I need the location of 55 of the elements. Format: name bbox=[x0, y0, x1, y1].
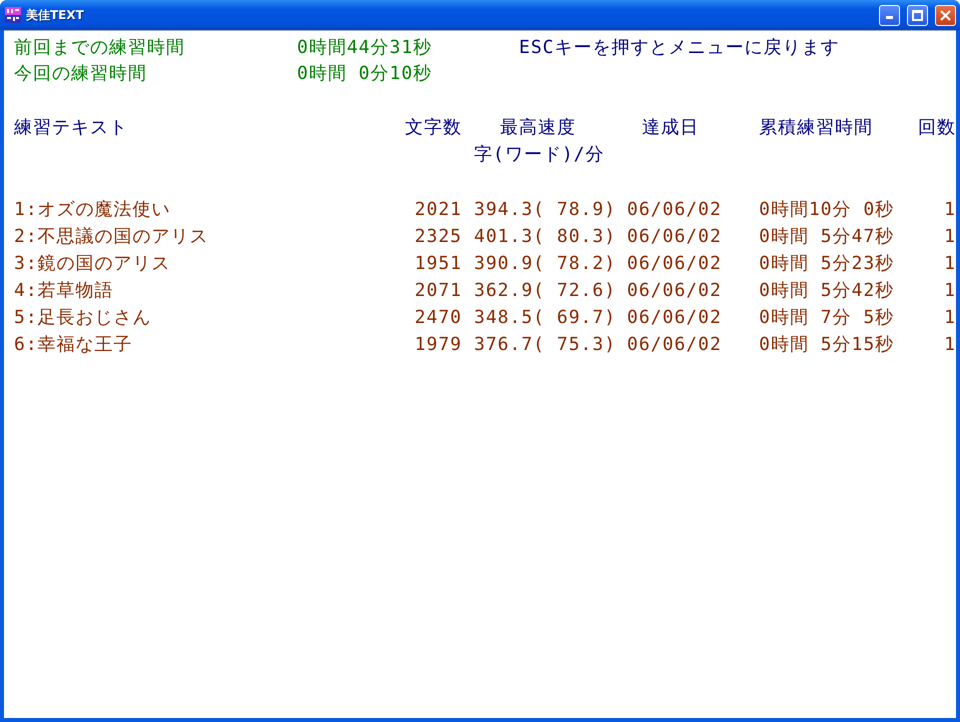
column-header: 文字数 bbox=[405, 116, 462, 140]
table-cell-text: 348.5( 69.7) bbox=[473, 306, 614, 330]
text-title[interactable]: 6:幸福な王子 bbox=[14, 332, 404, 358]
table-cell-text: 401.3( 80.3) bbox=[473, 225, 614, 249]
table-cell-text: 1 bbox=[944, 333, 956, 357]
table-cell-text: 06/06/02 bbox=[626, 279, 723, 303]
table-cell-text: 394.3( 78.9) bbox=[473, 198, 614, 222]
close-icon bbox=[940, 10, 951, 20]
table-cell-text: 0時間 5分23秒 bbox=[758, 252, 896, 276]
text-title[interactable]: 1:オズの魔法使い bbox=[14, 197, 404, 223]
column-header: 達成日 bbox=[641, 116, 700, 140]
table-cell-text: 06/06/02 bbox=[626, 252, 723, 276]
table-cell-text: 06/06/02 bbox=[626, 198, 723, 222]
window-title: 美佳TEXT bbox=[26, 6, 85, 24]
table-cell-text: 2470 bbox=[414, 306, 462, 330]
summary-time: 0時間 0分10秒 bbox=[297, 62, 434, 86]
table-cell-text: 06/06/02 bbox=[626, 333, 723, 357]
table-cell-text: 0時間 5分15秒 bbox=[758, 333, 896, 357]
text-title[interactable]: 4:若草物語 bbox=[14, 278, 404, 304]
table-cell-text: 376.7( 75.3) bbox=[473, 333, 614, 357]
maximize-button[interactable] bbox=[907, 4, 928, 26]
table-cell-text: 2021 bbox=[414, 198, 462, 222]
table-cell-text: 1 bbox=[944, 252, 956, 276]
table-cell-text: 1979 bbox=[414, 333, 462, 357]
app-icon bbox=[5, 7, 21, 23]
close-button[interactable] bbox=[935, 4, 956, 26]
text-title[interactable]: 2:不思議の国のアリス bbox=[14, 224, 404, 250]
table-cell-text: 1951 bbox=[414, 252, 462, 276]
text-title[interactable]: 5:足長おじさん bbox=[14, 305, 404, 331]
text-title[interactable]: 3:鏡の国のアリス bbox=[14, 251, 404, 277]
table-cell-text: 362.9( 72.6) bbox=[473, 279, 614, 303]
table-cell-text: 2071 bbox=[414, 279, 462, 303]
table-cell-text: 06/06/02 bbox=[626, 306, 723, 330]
table-cell-text: 1 bbox=[944, 279, 956, 303]
summary-label: 前回までの練習時間 bbox=[14, 36, 186, 60]
column-header: 練習テキスト bbox=[14, 116, 129, 140]
speed-unit: 字(ワード)/分 bbox=[473, 143, 606, 167]
table-cell-text: 1 bbox=[944, 198, 956, 222]
table-cell-text: 06/06/02 bbox=[626, 225, 723, 249]
table-cell-text: 390.9( 78.2) bbox=[473, 252, 614, 276]
table-cell-text: 1 bbox=[944, 225, 956, 249]
table-cell-text: 2325 bbox=[414, 225, 462, 249]
table-cell-text: 1 bbox=[944, 306, 956, 330]
table-cell-text: 0時間 5分47秒 bbox=[758, 225, 896, 249]
table-cell-text: 0時間10分 0秒 bbox=[758, 198, 896, 222]
minimize-button[interactable] bbox=[879, 4, 900, 26]
column-header: 累積練習時間 bbox=[758, 116, 874, 140]
column-header: 最高速度 bbox=[500, 116, 576, 140]
summary-time: 0時間44分31秒 bbox=[297, 36, 434, 60]
table-cell-text: 0時間 5分42秒 bbox=[758, 279, 896, 303]
hint-text: ESCキーを押すとメニューに戻ります bbox=[519, 36, 841, 60]
column-header: 回数 bbox=[918, 116, 956, 140]
maximize-icon bbox=[912, 10, 923, 20]
table-cell-text: 0時間 7分 5秒 bbox=[758, 306, 896, 330]
summary-label: 今回の練習時間 bbox=[14, 62, 148, 86]
